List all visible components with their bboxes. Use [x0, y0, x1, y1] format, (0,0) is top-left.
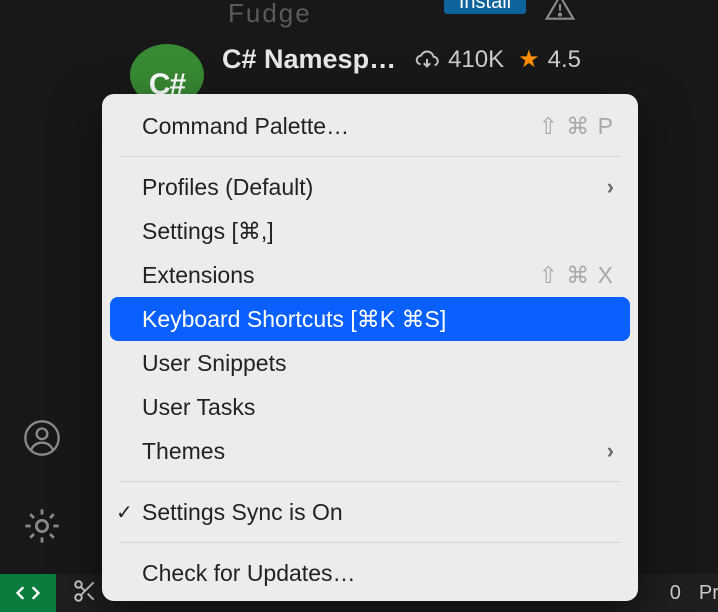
- menu-item-extensions[interactable]: Extensions ⇧ ⌘ X: [102, 253, 638, 297]
- menu-shortcut: ⇧ ⌘ X: [539, 262, 614, 289]
- menu-item-command-palette[interactable]: Command Palette… ⇧ ⌘ P: [102, 104, 638, 148]
- menu-item-profiles[interactable]: Profiles (Default) ›: [102, 165, 638, 209]
- star-icon: ★: [518, 45, 540, 74]
- accounts-icon[interactable]: [22, 418, 62, 463]
- menu-label: User Tasks: [142, 394, 255, 421]
- scissors-icon[interactable]: [72, 578, 98, 610]
- extension-title: C# Namesp…: [222, 44, 396, 75]
- chevron-right-icon: ›: [607, 438, 614, 464]
- extension-rating: 4.5: [548, 46, 581, 74]
- chevron-right-icon: ›: [607, 174, 614, 200]
- bg-partial-text: Fudge: [228, 0, 312, 29]
- menu-separator: [120, 481, 620, 482]
- menu-item-settings-sync[interactable]: ✓ Settings Sync is On: [102, 490, 638, 534]
- download-icon: [414, 47, 440, 73]
- menu-label: Settings [⌘,]: [142, 218, 274, 245]
- warning-icon: [544, 0, 576, 29]
- gear-icon[interactable]: [21, 505, 63, 552]
- menu-separator: [120, 156, 620, 157]
- extension-downloads: 410K: [448, 46, 504, 74]
- menu-shortcut: ⇧ ⌘ P: [539, 113, 614, 140]
- menu-label: Keyboard Shortcuts [⌘K ⌘S]: [142, 306, 446, 333]
- menu-item-user-tasks[interactable]: User Tasks: [102, 385, 638, 429]
- settings-context-menu: Command Palette… ⇧ ⌘ P Profiles (Default…: [102, 94, 638, 601]
- menu-item-user-snippets[interactable]: User Snippets: [102, 341, 638, 385]
- extension-meta: 410K ★ 4.5: [414, 45, 581, 74]
- problems-count[interactable]: 0: [670, 582, 681, 605]
- menu-label: Settings Sync is On: [142, 499, 343, 526]
- menu-label: Themes: [142, 438, 225, 465]
- menu-label: User Snippets: [142, 350, 286, 377]
- menu-label: Extensions: [142, 262, 255, 289]
- menu-label: Profiles (Default): [142, 174, 313, 201]
- menu-separator: [120, 542, 620, 543]
- install-label: Install: [459, 0, 511, 14]
- menu-item-settings[interactable]: Settings [⌘,]: [102, 209, 638, 253]
- menu-item-keyboard-shortcuts[interactable]: Keyboard Shortcuts [⌘K ⌘S]: [110, 297, 630, 341]
- activity-bar: [14, 418, 70, 552]
- install-button[interactable]: Install: [444, 0, 526, 14]
- menu-item-check-updates[interactable]: Check for Updates…: [102, 551, 638, 595]
- menu-label: Command Palette…: [142, 113, 349, 140]
- check-icon: ✓: [116, 500, 133, 525]
- menu-label: Check for Updates…: [142, 560, 355, 587]
- menu-item-themes[interactable]: Themes ›: [102, 429, 638, 473]
- status-right-label[interactable]: Pro: [699, 582, 718, 605]
- remote-indicator[interactable]: [0, 574, 56, 612]
